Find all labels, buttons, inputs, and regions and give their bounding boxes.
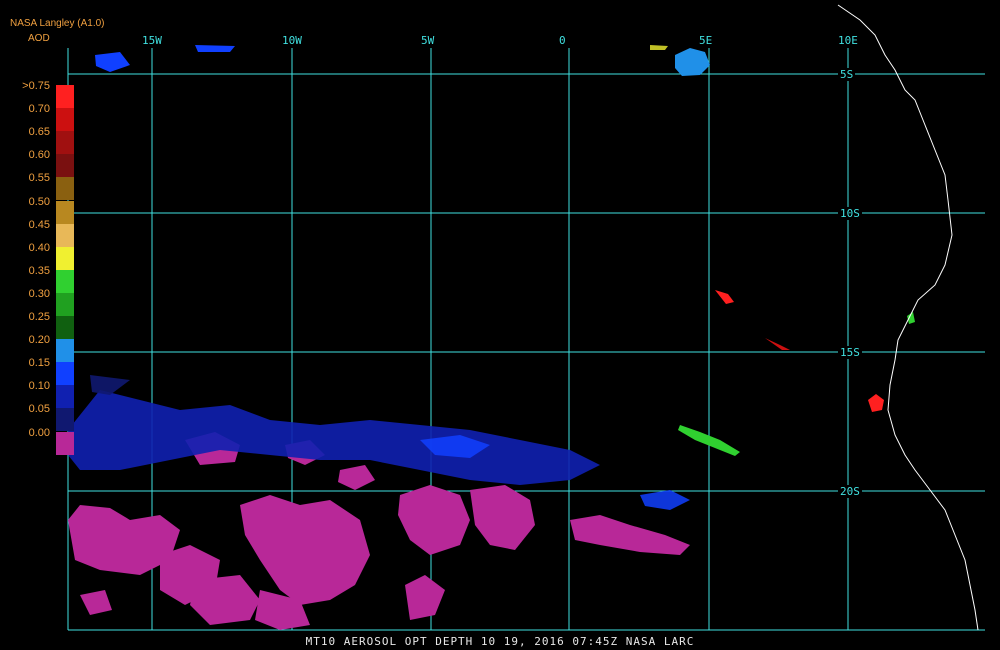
latitude-label: 10S bbox=[838, 207, 862, 220]
longitude-label: 5E bbox=[699, 34, 713, 47]
scale-label: 0.30 bbox=[28, 287, 50, 300]
scale-label: 0.65 bbox=[28, 126, 50, 139]
grid-lines bbox=[67, 48, 985, 631]
scale-swatch bbox=[56, 108, 74, 132]
longitude-label: 10W bbox=[282, 34, 302, 47]
longitude-label: 10E bbox=[838, 34, 858, 47]
header-product: AOD bbox=[28, 33, 50, 44]
aod-region-low bbox=[240, 495, 370, 605]
aod-region-high bbox=[715, 290, 734, 304]
scale-label: 0.60 bbox=[28, 149, 50, 162]
header-source: NASA Langley (A1.0) bbox=[10, 18, 105, 29]
aerosol-map bbox=[67, 4, 985, 631]
scale-label: 0.55 bbox=[28, 172, 50, 185]
scale-swatch bbox=[56, 131, 74, 155]
scale-swatch bbox=[56, 385, 74, 409]
scale-swatch bbox=[56, 223, 74, 247]
scale-label: 0.10 bbox=[28, 380, 50, 393]
aod-region-low bbox=[190, 575, 260, 625]
scale-label: 0.50 bbox=[28, 195, 50, 208]
aod-region-high bbox=[765, 338, 790, 350]
scale-swatch bbox=[56, 200, 74, 224]
aod-region-moderate bbox=[68, 390, 600, 485]
scale-swatch bbox=[56, 339, 74, 363]
aod-region-high bbox=[868, 394, 884, 412]
aod-region-low bbox=[398, 485, 470, 555]
scale-swatch bbox=[56, 292, 74, 316]
latitude-label: 15S bbox=[838, 346, 862, 359]
scale-label: 0.45 bbox=[28, 218, 50, 231]
aod-region-low bbox=[570, 515, 690, 555]
scale-swatch bbox=[56, 246, 74, 270]
longitude-label: 0 bbox=[559, 34, 566, 47]
aod-region-patch bbox=[675, 48, 710, 76]
latitude-label: 5S bbox=[838, 68, 856, 81]
scale-label: 0.25 bbox=[28, 311, 50, 323]
aod-region-moderate bbox=[640, 490, 690, 510]
scale-swatch bbox=[56, 177, 74, 201]
scale-label: 0.70 bbox=[28, 103, 50, 116]
scale-swatch bbox=[56, 316, 74, 339]
scale-swatch bbox=[56, 362, 74, 386]
longitude-label: 5W bbox=[421, 34, 435, 47]
scale-swatch bbox=[56, 408, 74, 432]
latitude-label: 20S bbox=[838, 485, 862, 498]
aod-region-green bbox=[650, 45, 668, 50]
scale-label: 0.40 bbox=[28, 241, 50, 254]
aod-region-low bbox=[338, 465, 375, 490]
aod-region-low bbox=[470, 485, 535, 550]
scale-label: >0.75 bbox=[22, 80, 50, 92]
scale-label: 0.15 bbox=[28, 357, 50, 370]
aod-region-moderate bbox=[90, 375, 130, 395]
aod-field bbox=[68, 45, 915, 630]
scale-label: 0.00 bbox=[28, 426, 50, 439]
aod-region-moderate bbox=[195, 45, 235, 52]
scale-label: 0.20 bbox=[28, 334, 50, 347]
footer-caption: MT10 AEROSOL OPT DEPTH 10 19, 2016 07:45… bbox=[305, 635, 695, 648]
scale-swatch bbox=[56, 431, 74, 455]
aod-region-low bbox=[405, 575, 445, 620]
scale-swatch bbox=[56, 85, 74, 108]
scale-label: 0.05 bbox=[28, 403, 50, 416]
aod-region-moderate bbox=[95, 52, 130, 72]
aod-region-low bbox=[80, 590, 112, 615]
longitude-label: 15W bbox=[142, 34, 162, 47]
scale-swatch bbox=[56, 269, 74, 293]
scale-label: 0.35 bbox=[28, 264, 50, 277]
scale-swatch bbox=[56, 154, 74, 178]
